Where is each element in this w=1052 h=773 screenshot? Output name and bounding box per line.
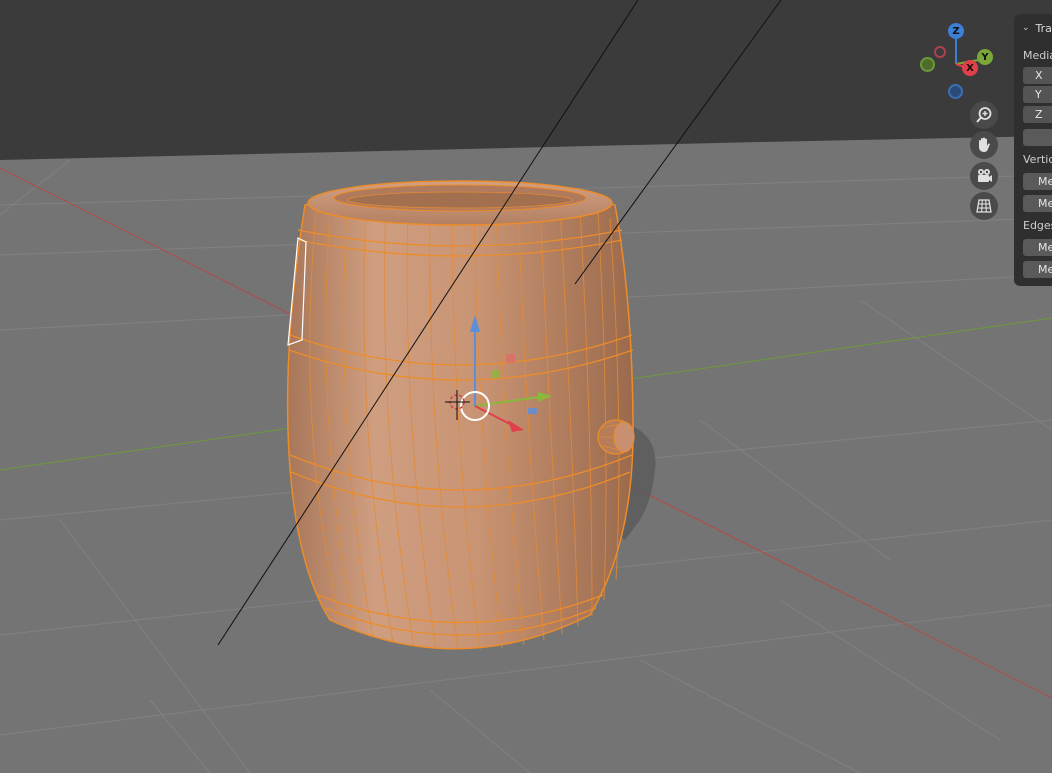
- panel-title: Tra: [1035, 21, 1052, 35]
- median-x-field[interactable]: X: [1023, 67, 1052, 84]
- median-y-field[interactable]: Y: [1023, 86, 1052, 103]
- zoom-button[interactable]: [970, 101, 998, 129]
- camera-view-button[interactable]: [970, 162, 998, 190]
- global-local-toggle[interactable]: G: [1023, 129, 1052, 146]
- chevron-down-icon: ⌄: [1022, 23, 1030, 33]
- 3d-viewport[interactable]: Z Y X ⌄ Tra Medi X Y Z Vertic Me Me Edge…: [0, 0, 1052, 773]
- viewport-scene: [0, 0, 1052, 773]
- pan-button[interactable]: [970, 131, 998, 159]
- median-label: Media: [1023, 49, 1052, 62]
- edge-weight-field[interactable]: Me: [1023, 239, 1052, 256]
- vertices-label: Vertic: [1023, 153, 1052, 166]
- panel-header[interactable]: ⌄ Tra: [1022, 20, 1052, 36]
- hand-icon: [979, 137, 990, 152]
- sidebar-transform-panel: ⌄ Tra Media X Y Z G Vertic Me Me Edges M…: [1014, 14, 1052, 286]
- gizmo-z-axis[interactable]: Z: [948, 23, 964, 39]
- edges-label: Edges: [1023, 219, 1052, 232]
- gizmo-y-axis[interactable]: Y: [977, 49, 993, 65]
- navigation-gizmo[interactable]: Z Y X: [912, 18, 996, 102]
- median-z-field[interactable]: Z: [1023, 106, 1052, 123]
- gizmo-neg-y-axis[interactable]: [920, 57, 935, 72]
- camera-icon: [978, 169, 992, 182]
- vertex-crease-field[interactable]: Me: [1023, 195, 1052, 212]
- gizmo-neg-x-axis[interactable]: [934, 46, 946, 58]
- grid-icon: [976, 199, 992, 213]
- gizmo-x-axis[interactable]: X: [962, 60, 978, 76]
- edge-crease-field[interactable]: Me: [1023, 261, 1052, 278]
- gizmo-neg-z-axis[interactable]: [948, 84, 963, 99]
- barrel-body: [286, 186, 634, 650]
- vertex-weight-field[interactable]: Me: [1023, 173, 1052, 190]
- ortho-toggle-button[interactable]: [970, 192, 998, 220]
- barrel: [286, 180, 635, 650]
- zoom-icon: [976, 107, 992, 123]
- barrel-tap: [597, 419, 635, 455]
